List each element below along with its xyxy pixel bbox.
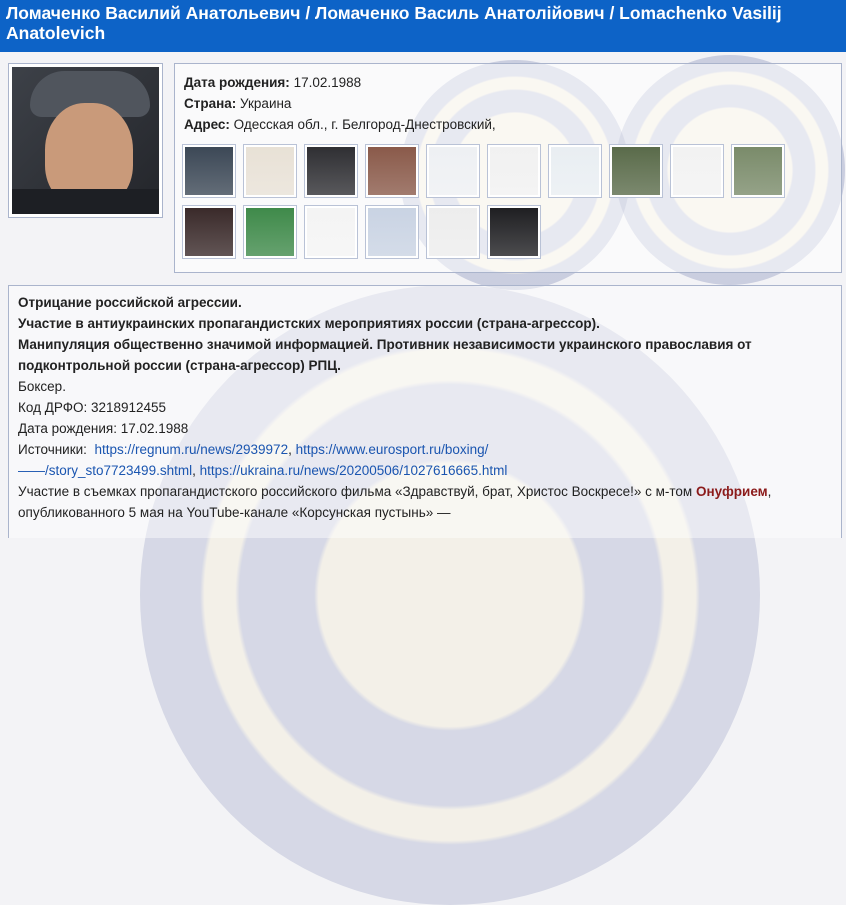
address-value: Одесская обл., г. Белгород-Днестровский, bbox=[233, 117, 496, 132]
evidence-thumb-9[interactable] bbox=[670, 144, 724, 198]
profile-photo[interactable] bbox=[12, 67, 159, 214]
source-separator: , bbox=[288, 442, 296, 457]
birth-date-label: Дата рождения: bbox=[184, 75, 290, 90]
accusation-line: подконтрольной россии (страна-агрессор) … bbox=[18, 358, 341, 373]
accusation-line: Манипуляция общественно значимой информа… bbox=[18, 337, 752, 352]
address-row: Адрес: Одесская обл., г. Белгород-Днестр… bbox=[184, 117, 496, 132]
source-link-ukraina[interactable]: https://ukraina.ru/news/20200506/1027616… bbox=[200, 463, 508, 478]
thumbnail-image bbox=[246, 147, 294, 195]
thumbnail-image bbox=[368, 147, 416, 195]
country-label: Страна: bbox=[184, 96, 237, 111]
birth-date-value: 17.02.1988 bbox=[293, 75, 362, 90]
address-label: Адрес: bbox=[184, 117, 230, 132]
details-panel: Отрицание российской агрессии. Участие в… bbox=[8, 285, 842, 538]
source-link-eurosport[interactable]: https://www.eurosport.ru/boxing/ bbox=[296, 442, 489, 457]
evidence-thumb-8[interactable] bbox=[609, 144, 663, 198]
thumbnail-image bbox=[429, 208, 477, 256]
evidence-thumb-10[interactable] bbox=[731, 144, 785, 198]
evidence-thumb-15[interactable] bbox=[426, 205, 480, 259]
thumbnail-image bbox=[307, 208, 355, 256]
evidence-thumb-12[interactable] bbox=[243, 205, 297, 259]
thumbnail-image bbox=[673, 147, 721, 195]
film-text-line-2: опубликованного 5 мая на YouTube-канале … bbox=[18, 505, 451, 520]
evidence-thumb-4[interactable] bbox=[365, 144, 419, 198]
country-row: Страна: Украина bbox=[184, 96, 291, 111]
birth-date-text: Дата рождения: 17.02.1988 bbox=[18, 421, 189, 436]
source-link-regnum[interactable]: https://regnum.ru/news/2939972 bbox=[94, 442, 288, 457]
accusation-line: Отрицание российской агрессии. bbox=[18, 295, 242, 310]
thumbnail-image bbox=[551, 147, 599, 195]
thumbnail-image bbox=[185, 147, 233, 195]
birth-date-row: Дата рождения: 17.02.1988 bbox=[184, 75, 361, 90]
thumbnail-image bbox=[368, 208, 416, 256]
evidence-thumb-11[interactable] bbox=[182, 205, 236, 259]
film-text-line: Участие в съемках пропагандистского росс… bbox=[18, 481, 832, 502]
profile-info-panel: Дата рождения: 17.02.1988 Страна: Украин… bbox=[174, 63, 842, 273]
source-separator: , bbox=[192, 463, 200, 478]
photo-shirt-shape bbox=[12, 189, 159, 214]
thumbnail-image bbox=[246, 208, 294, 256]
evidence-thumb-6[interactable] bbox=[487, 144, 541, 198]
accusation-line: Участие в антиукраинских пропагандистски… bbox=[18, 316, 600, 331]
thumbnail-image bbox=[185, 208, 233, 256]
page-header: Ломаченко Василий Анатольевич / Ломаченк… bbox=[0, 0, 846, 52]
sources-line: Источники: https://regnum.ru/news/293997… bbox=[18, 439, 832, 460]
thumbnail-image bbox=[307, 147, 355, 195]
evidence-thumb-2[interactable] bbox=[243, 144, 297, 198]
thumbnail-image bbox=[429, 147, 477, 195]
film-text: Участие в съемках пропагандистского росс… bbox=[18, 484, 693, 499]
source-link-eurosport-cont[interactable]: ——/story_sto7723499.shtml bbox=[18, 463, 192, 478]
film-text-comma: , bbox=[767, 484, 772, 499]
page-title-line-1: Ломаченко Василий Анатольевич / Ломаченк… bbox=[6, 3, 782, 23]
occupation-text: Боксер. bbox=[18, 379, 66, 394]
evidence-thumb-5[interactable] bbox=[426, 144, 480, 198]
thumbnail-image bbox=[612, 147, 660, 195]
highlighted-name: Онуфрием bbox=[695, 484, 768, 499]
page-title-line-2: Anatolevich bbox=[6, 23, 106, 43]
sources-label: Источники: bbox=[18, 442, 87, 457]
evidence-thumb-1[interactable] bbox=[182, 144, 236, 198]
evidence-thumb-7[interactable] bbox=[548, 144, 602, 198]
evidence-thumb-16[interactable] bbox=[487, 205, 541, 259]
thumbnail-image bbox=[490, 147, 538, 195]
evidence-thumb-3[interactable] bbox=[304, 144, 358, 198]
sources-line-2: ——/story_sto7723499.shtml, https://ukrai… bbox=[18, 460, 832, 481]
thumbnail-image bbox=[734, 147, 782, 195]
evidence-thumb-14[interactable] bbox=[365, 205, 419, 259]
evidence-thumb-13[interactable] bbox=[304, 205, 358, 259]
tax-id-text: Код ДРФО: 3218912455 bbox=[18, 400, 167, 415]
profile-photo-frame[interactable] bbox=[8, 63, 163, 218]
thumbnail-image bbox=[490, 208, 538, 256]
country-value: Украина bbox=[240, 96, 292, 111]
